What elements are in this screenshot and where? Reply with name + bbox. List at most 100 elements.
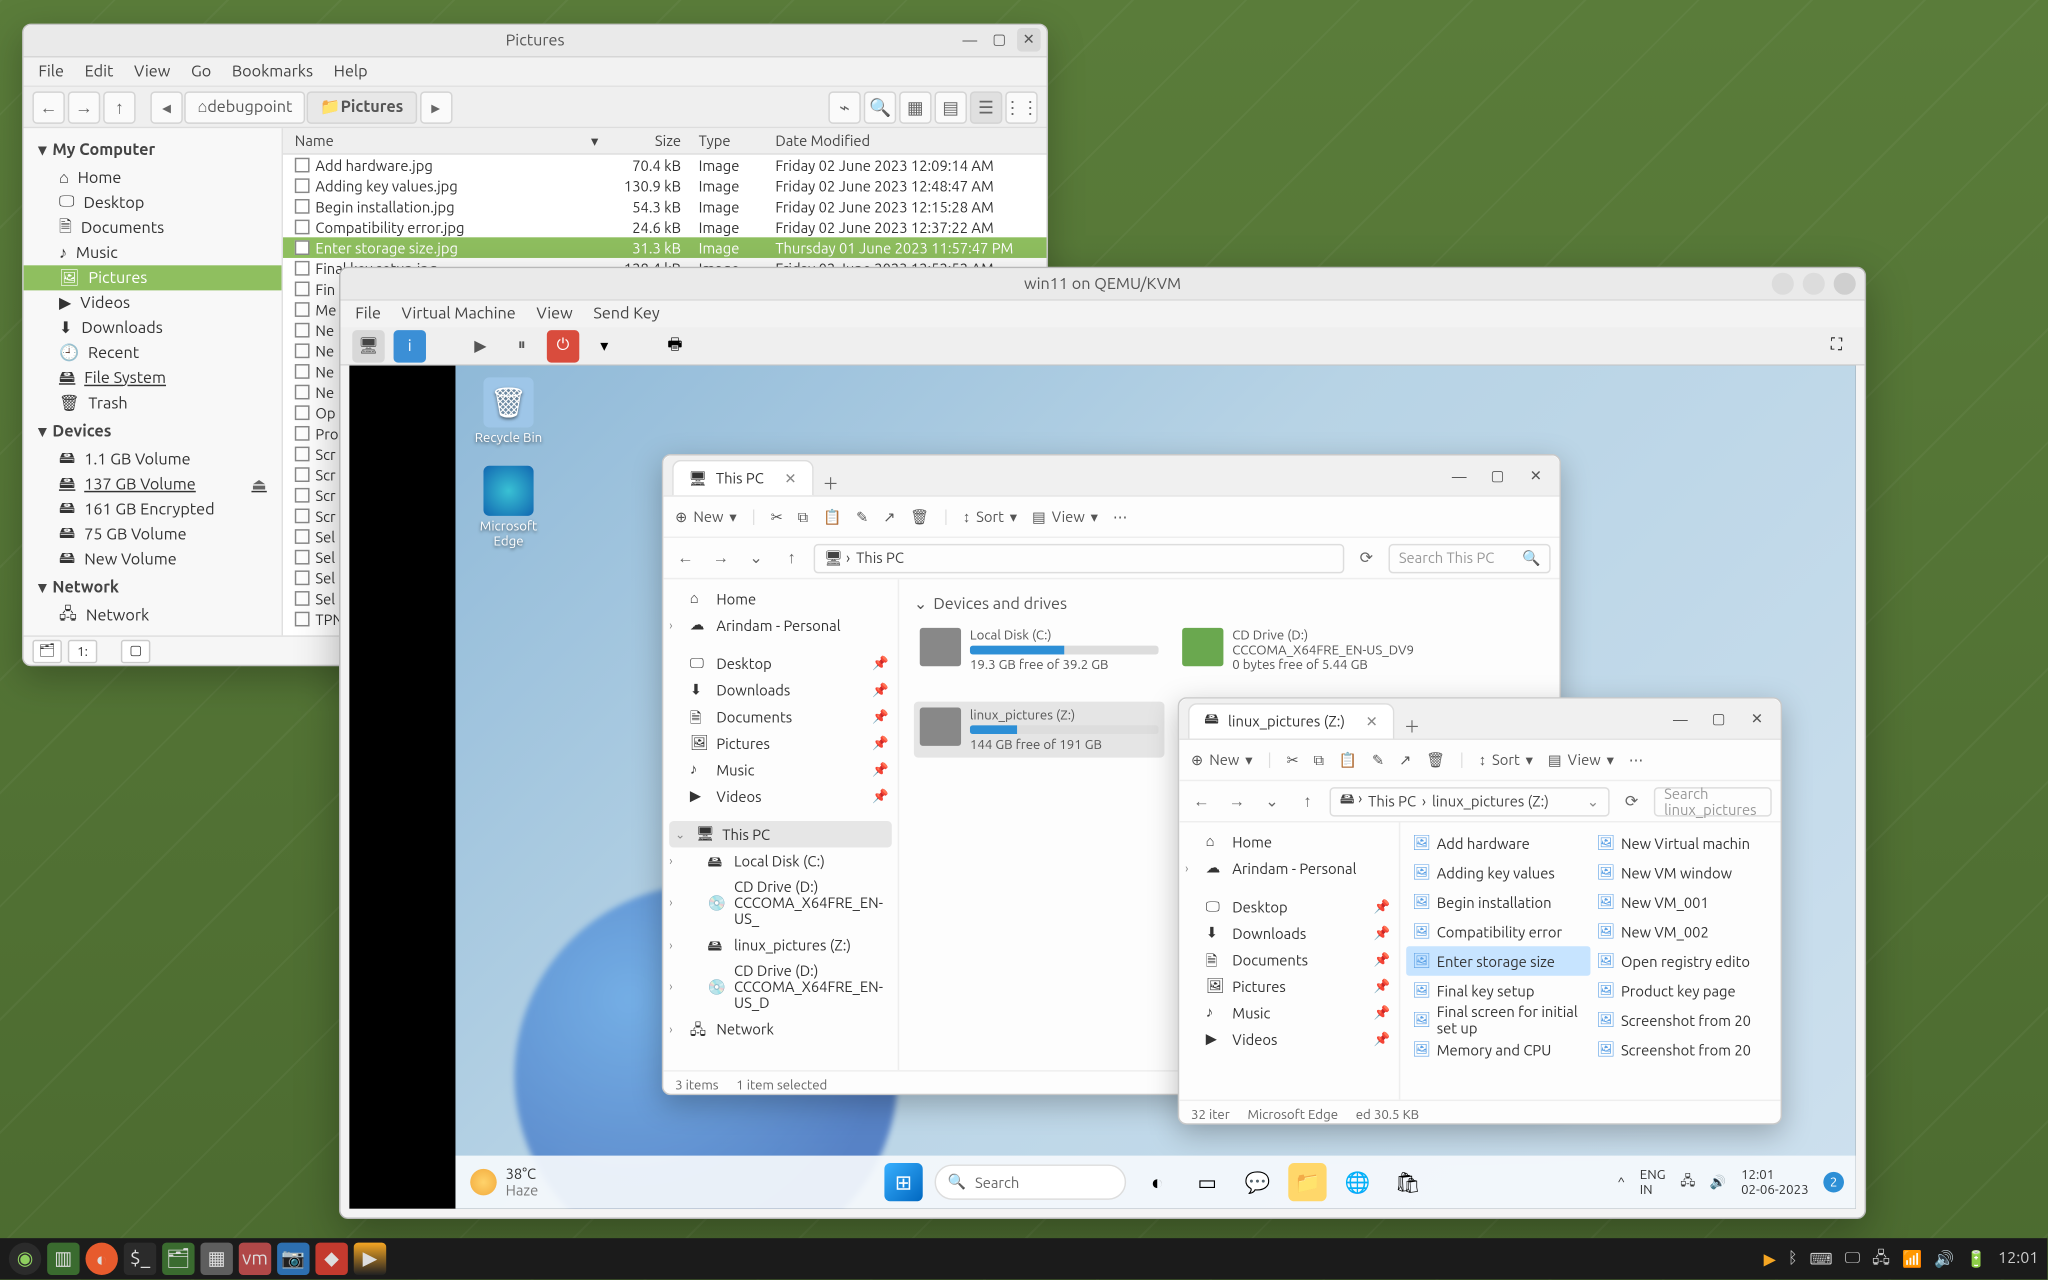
play-button[interactable]: ▶ [464,329,496,361]
file-row[interactable]: Compatibility error.jpg24.6 kBImageFrida… [283,217,1047,238]
eject-icon[interactable]: ⏏ [251,475,266,494]
vm-menu-file[interactable]: File [355,305,381,323]
exp2-sort-button[interactable]: ↕ Sort ▾ [1479,751,1533,769]
exp2-file-item[interactable]: 🖼Add hardware [1406,828,1590,857]
tray-clock[interactable]: 12:0102-06-2023 [1741,1167,1809,1196]
vm-menu-view[interactable]: View [536,305,572,323]
fullscreen-button[interactable]: ⛶ [1820,329,1852,361]
file-row[interactable]: Begin installation.jpg54.3 kBImageFriday… [283,196,1047,217]
search-button[interactable]: 🔍 [864,91,896,123]
host-tray-bluetooth-icon[interactable]: ᛒ [1788,1250,1798,1268]
view-toggle-button[interactable]: ⋮⋮ [1005,91,1037,123]
sidebar-item-vol3[interactable]: 🖴 161 GB Encrypted [24,497,282,522]
pin-icon[interactable]: 📌 [1373,1005,1390,1021]
delete-icon[interactable]: 🗑 [910,508,929,526]
sidebar-item-pictures[interactable]: 🖼 Pictures [24,265,282,290]
pin-icon[interactable]: 📌 [872,708,889,724]
exp1-close[interactable]: ✕ [1518,461,1553,490]
back-button[interactable]: ← [32,91,64,123]
pin-icon[interactable]: 📌 [872,735,889,751]
host-tray-keyboard-icon[interactable]: ⌨ [1809,1249,1832,1268]
sidebar-item-home[interactable]: ⌂ Home [24,165,282,190]
pin-icon[interactable]: 📌 [1373,978,1390,994]
sidebar-item-documents[interactable]: 🗎 Documents [24,215,282,240]
pin-icon[interactable]: 📌 [872,655,889,671]
sidebar-item-vol2[interactable]: 🖴 137 GB Volume ⏏ [24,472,282,497]
exp1-up[interactable]: ↑ [778,545,805,572]
exp2-new-button[interactable]: ⊕ New ▾ [1191,751,1253,769]
exp2-sidebar-item[interactable]: ⌂Home [1179,828,1399,855]
exp1-sidebar-item[interactable]: ›🖴linux_pictures (Z:) [663,932,897,959]
taskbar-search[interactable]: 🔍 Search [935,1164,1127,1199]
host-tray-clock[interactable]: 12:01 [1998,1250,2039,1268]
exp2-view-button[interactable]: ▤ View ▾ [1548,751,1614,769]
col-date[interactable]: Date Modified [766,133,1046,149]
exp1-sidebar-item[interactable]: ⬇Downloads📌 [663,677,897,704]
paste-icon[interactable]: 📋 [823,508,841,526]
exp2-file-item[interactable]: 🖼Screenshot from 20 [1590,1005,1774,1034]
mint-menu-button[interactable]: ◉ [9,1243,41,1275]
sidebar-item-vol5[interactable]: 🖴 New Volume [24,547,282,572]
sidebar-item-desktop[interactable]: 🖵 Desktop [24,190,282,215]
copy-icon[interactable]: ⧉ [798,508,809,526]
panel-app2-icon[interactable]: ◆ [315,1243,347,1275]
sidebar-item-filesystem[interactable]: 🖴 File System [24,366,282,391]
view-button[interactable]: ▤ View ▾ [1032,508,1098,526]
path-fwd-button[interactable]: ▸ [420,91,452,123]
tray-chevron[interactable]: ^ [1618,1175,1625,1190]
sidebar-item-music[interactable]: ♪ Music [24,240,282,265]
exp2-file-item[interactable]: 🖼Memory and CPU [1406,1035,1590,1064]
pin-icon[interactable]: 📌 [872,682,889,698]
sidebar-head-network[interactable]: ▾ Network [24,572,282,603]
panel-files-icon[interactable]: ▥ [47,1243,79,1275]
col-name[interactable]: Name ▾ [283,132,607,150]
exp2-tab-new[interactable]: ＋ [1394,715,1429,739]
file-row[interactable]: Adding key values.jpg130.9 kBImageFriday… [283,175,1047,196]
group-devices[interactable]: ⌄ Devices and drives [914,588,1545,622]
exp1-address[interactable]: 🖥 › This PC [814,543,1345,572]
view-compact-button[interactable]: ▤ [935,91,967,123]
sidebar-item-downloads[interactable]: ⬇ Downloads [24,315,282,340]
panel-virtmanager-icon[interactable]: vm [239,1243,271,1275]
status-tree-button[interactable]: 1: [68,639,97,663]
taskbar-edge-icon[interactable]: 🌐 [1338,1163,1376,1201]
exp1-tab-new[interactable]: ＋ [813,472,848,496]
pin-icon[interactable]: 📌 [872,761,889,777]
exp2-file-item[interactable]: 🖼Open registry edito [1590,946,1774,975]
exp2-tab[interactable]: 🖴 linux_pictures (Z:)✕ [1188,703,1394,738]
pin-icon[interactable]: 📌 [872,788,889,804]
menu-bookmarks[interactable]: Bookmarks [232,63,313,81]
minimize-button[interactable]: — [958,28,982,52]
drive-item[interactable]: Local Disk (C:)19.3 GB free of 39.2 GB [914,622,1165,678]
vm-maximize-button[interactable] [1803,273,1825,295]
menu-edit[interactable]: Edit [85,63,114,81]
exp1-sidebar-item[interactable]: ⌂Home [663,585,897,612]
host-tray-battery-icon[interactable]: 🔋 [1966,1249,1986,1268]
exp2-sidebar-item[interactable]: 🖼Pictures📌 [1179,973,1399,1000]
vm-menu-virtualmachine[interactable]: Virtual Machine [402,305,516,323]
exp2-file-item[interactable]: 🖼New VM_001 [1590,887,1774,916]
taskbar-weather[interactable]: 38°CHaze [470,1166,538,1198]
breadcrumb-pictures[interactable]: 📁 Pictures [307,91,416,123]
terminal-here-button[interactable]: ⌁ [828,91,860,123]
status-hide-sidebar-button[interactable]: ▢ [121,639,150,663]
power-button[interactable]: ⏻ [547,329,579,361]
sort-button[interactable]: ↕ Sort ▾ [963,508,1017,526]
exp1-sidebar-item[interactable]: ♪Music📌 [663,756,897,783]
snapshot-button[interactable]: 🖶 [659,329,691,361]
exp1-sidebar-item[interactable]: ⌄🖥This PC [669,821,892,848]
sidebar-item-trash[interactable]: 🗑 Trash [24,391,282,416]
info-icon[interactable]: i [394,329,426,361]
exp1-search[interactable]: Search This PC🔍 [1389,543,1551,572]
exp2-address[interactable]: 🖴 › This PC › linux_pictures (Z:) ⌄ [1330,786,1610,815]
host-tray-volume-icon[interactable]: 🔊 [1934,1249,1954,1268]
exp1-recent[interactable]: ⌄ [743,545,770,572]
exp2-file-item[interactable]: 🖼Begin installation [1406,887,1590,916]
exp2-file-item[interactable]: 🖼New Virtual machin [1590,828,1774,857]
exp2-back[interactable]: ← [1188,788,1215,815]
menu-help[interactable]: Help [334,63,368,81]
panel-app1-icon[interactable]: ▦ [200,1243,232,1275]
exp1-back[interactable]: ← [672,545,699,572]
exp2-refresh[interactable]: ⟳ [1618,788,1645,815]
status-places-button[interactable]: 🗂 [32,639,61,663]
